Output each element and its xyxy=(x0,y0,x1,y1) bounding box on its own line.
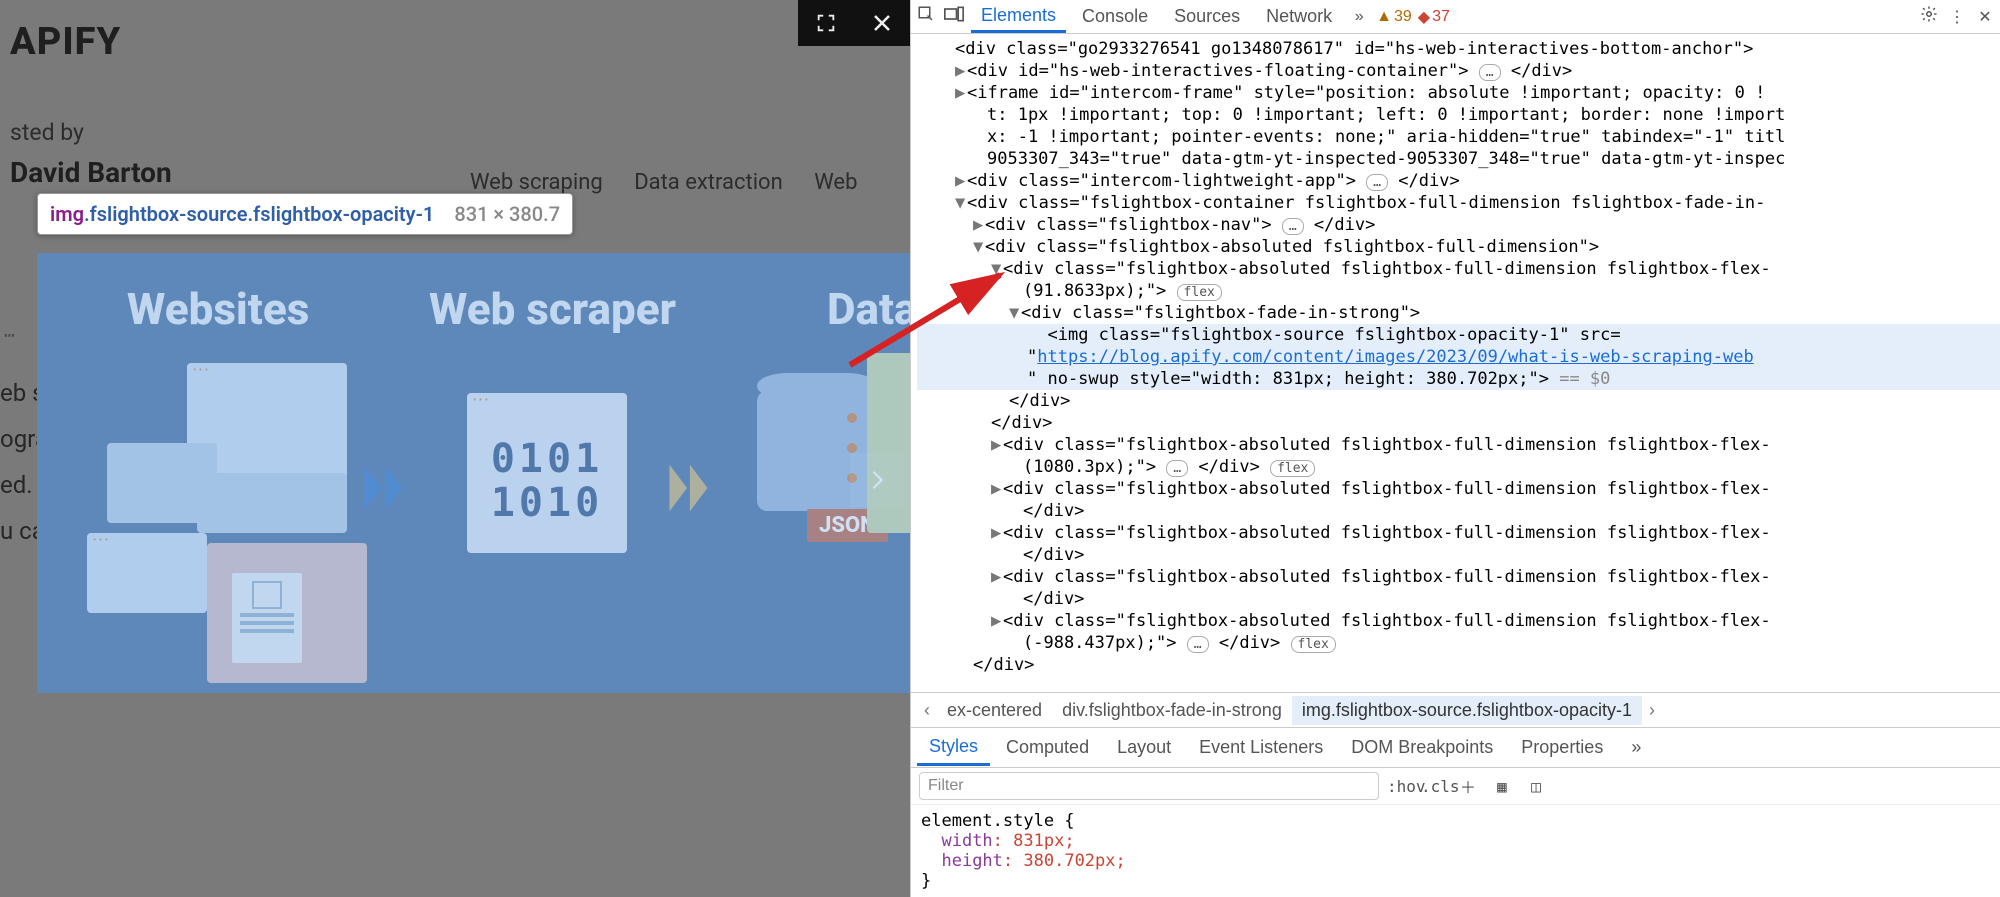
styles-toolbar: Filter :hov .cls ＋ ▦ ◫ xyxy=(911,768,2000,805)
page-viewport: APIFY sted by David Barton Web scraping … xyxy=(0,0,910,897)
dom-breadcrumb[interactable]: ‹ ex-centered div.fslightbox-fade-in-str… xyxy=(911,692,2000,728)
selected-dom-node[interactable]: ⋯ <img class="fslightbox-source fslightb… xyxy=(917,324,2000,346)
tab-styles[interactable]: Styles xyxy=(917,730,990,766)
computed-side-icon[interactable]: ◫ xyxy=(1523,777,1549,796)
fullscreen-icon[interactable] xyxy=(798,0,854,46)
tab-properties[interactable]: Properties xyxy=(1509,731,1615,764)
warnings-badge[interactable]: ▲ 39 xyxy=(1376,8,1412,26)
crumb-item[interactable]: div.fslightbox-fade-in-strong xyxy=(1052,696,1292,725)
crumb-item[interactable]: ex-centered xyxy=(937,696,1052,725)
tab-elements[interactable]: Elements xyxy=(971,1,1066,33)
tab-event-listeners[interactable]: Event Listeners xyxy=(1187,731,1335,764)
hov-toggle[interactable]: :hov xyxy=(1387,777,1413,796)
devtools-close-icon[interactable]: ✕ xyxy=(1974,7,1996,27)
kebab-icon[interactable]: ⋮ xyxy=(1946,7,1968,27)
tab-network[interactable]: Network xyxy=(1256,2,1342,31)
tooltip-tag: img xyxy=(50,202,84,226)
close-icon[interactable] xyxy=(854,0,910,46)
styles-rules[interactable]: element.style { width: 831px; height: 38… xyxy=(911,805,2000,897)
settings-icon[interactable] xyxy=(1918,5,1940,28)
flex-editor-icon[interactable]: ▦ xyxy=(1489,777,1515,796)
crumb-next-icon[interactable]: › xyxy=(1642,700,1662,721)
more-styles-tabs-icon[interactable]: » xyxy=(1619,731,1653,764)
errors-badge[interactable]: ◆ 37 xyxy=(1418,7,1450,27)
devtools-toolbar: Elements Console Sources Network » ▲ 39 … xyxy=(911,0,2000,34)
lightbox-controls xyxy=(798,0,910,46)
new-rule-icon[interactable]: ＋ xyxy=(1455,774,1481,798)
tooltip-classes: .fslightbox-source.fslightbox-opacity-1 xyxy=(84,202,434,226)
tooltip-dimensions: 831 × 380.7 xyxy=(454,202,560,226)
more-tabs-icon[interactable]: » xyxy=(1348,8,1370,26)
inspector-tooltip: img.fslightbox-source.fslightbox-opacity… xyxy=(37,193,573,235)
styles-tabs: Styles Computed Layout Event Listeners D… xyxy=(911,728,2000,768)
crumb-prev-icon[interactable]: ‹ xyxy=(917,700,937,721)
element-style-selector: element.style { xyxy=(921,811,1990,831)
tab-console[interactable]: Console xyxy=(1072,2,1158,31)
tab-computed[interactable]: Computed xyxy=(994,731,1101,764)
tab-sources[interactable]: Sources xyxy=(1164,2,1250,31)
styles-filter-input[interactable]: Filter xyxy=(919,772,1379,800)
inspect-tool-icon[interactable] xyxy=(915,5,937,28)
dom-tree[interactable]: <div class="go2933276541 go1348078617" i… xyxy=(911,34,2000,692)
cls-toggle[interactable]: .cls xyxy=(1421,777,1447,796)
devtools-panel: Elements Console Sources Network » ▲ 39 … xyxy=(910,0,2000,897)
tab-layout[interactable]: Layout xyxy=(1105,731,1183,764)
crumb-item-selected[interactable]: img.fslightbox-source.fslightbox-opacity… xyxy=(1292,696,1642,725)
device-mode-icon[interactable] xyxy=(943,6,965,27)
inspect-highlight-overlay xyxy=(37,253,910,693)
lightbox-image[interactable]: Websites Web scraper Data xyxy=(37,253,910,693)
tab-dom-breakpoints[interactable]: DOM Breakpoints xyxy=(1339,731,1505,764)
